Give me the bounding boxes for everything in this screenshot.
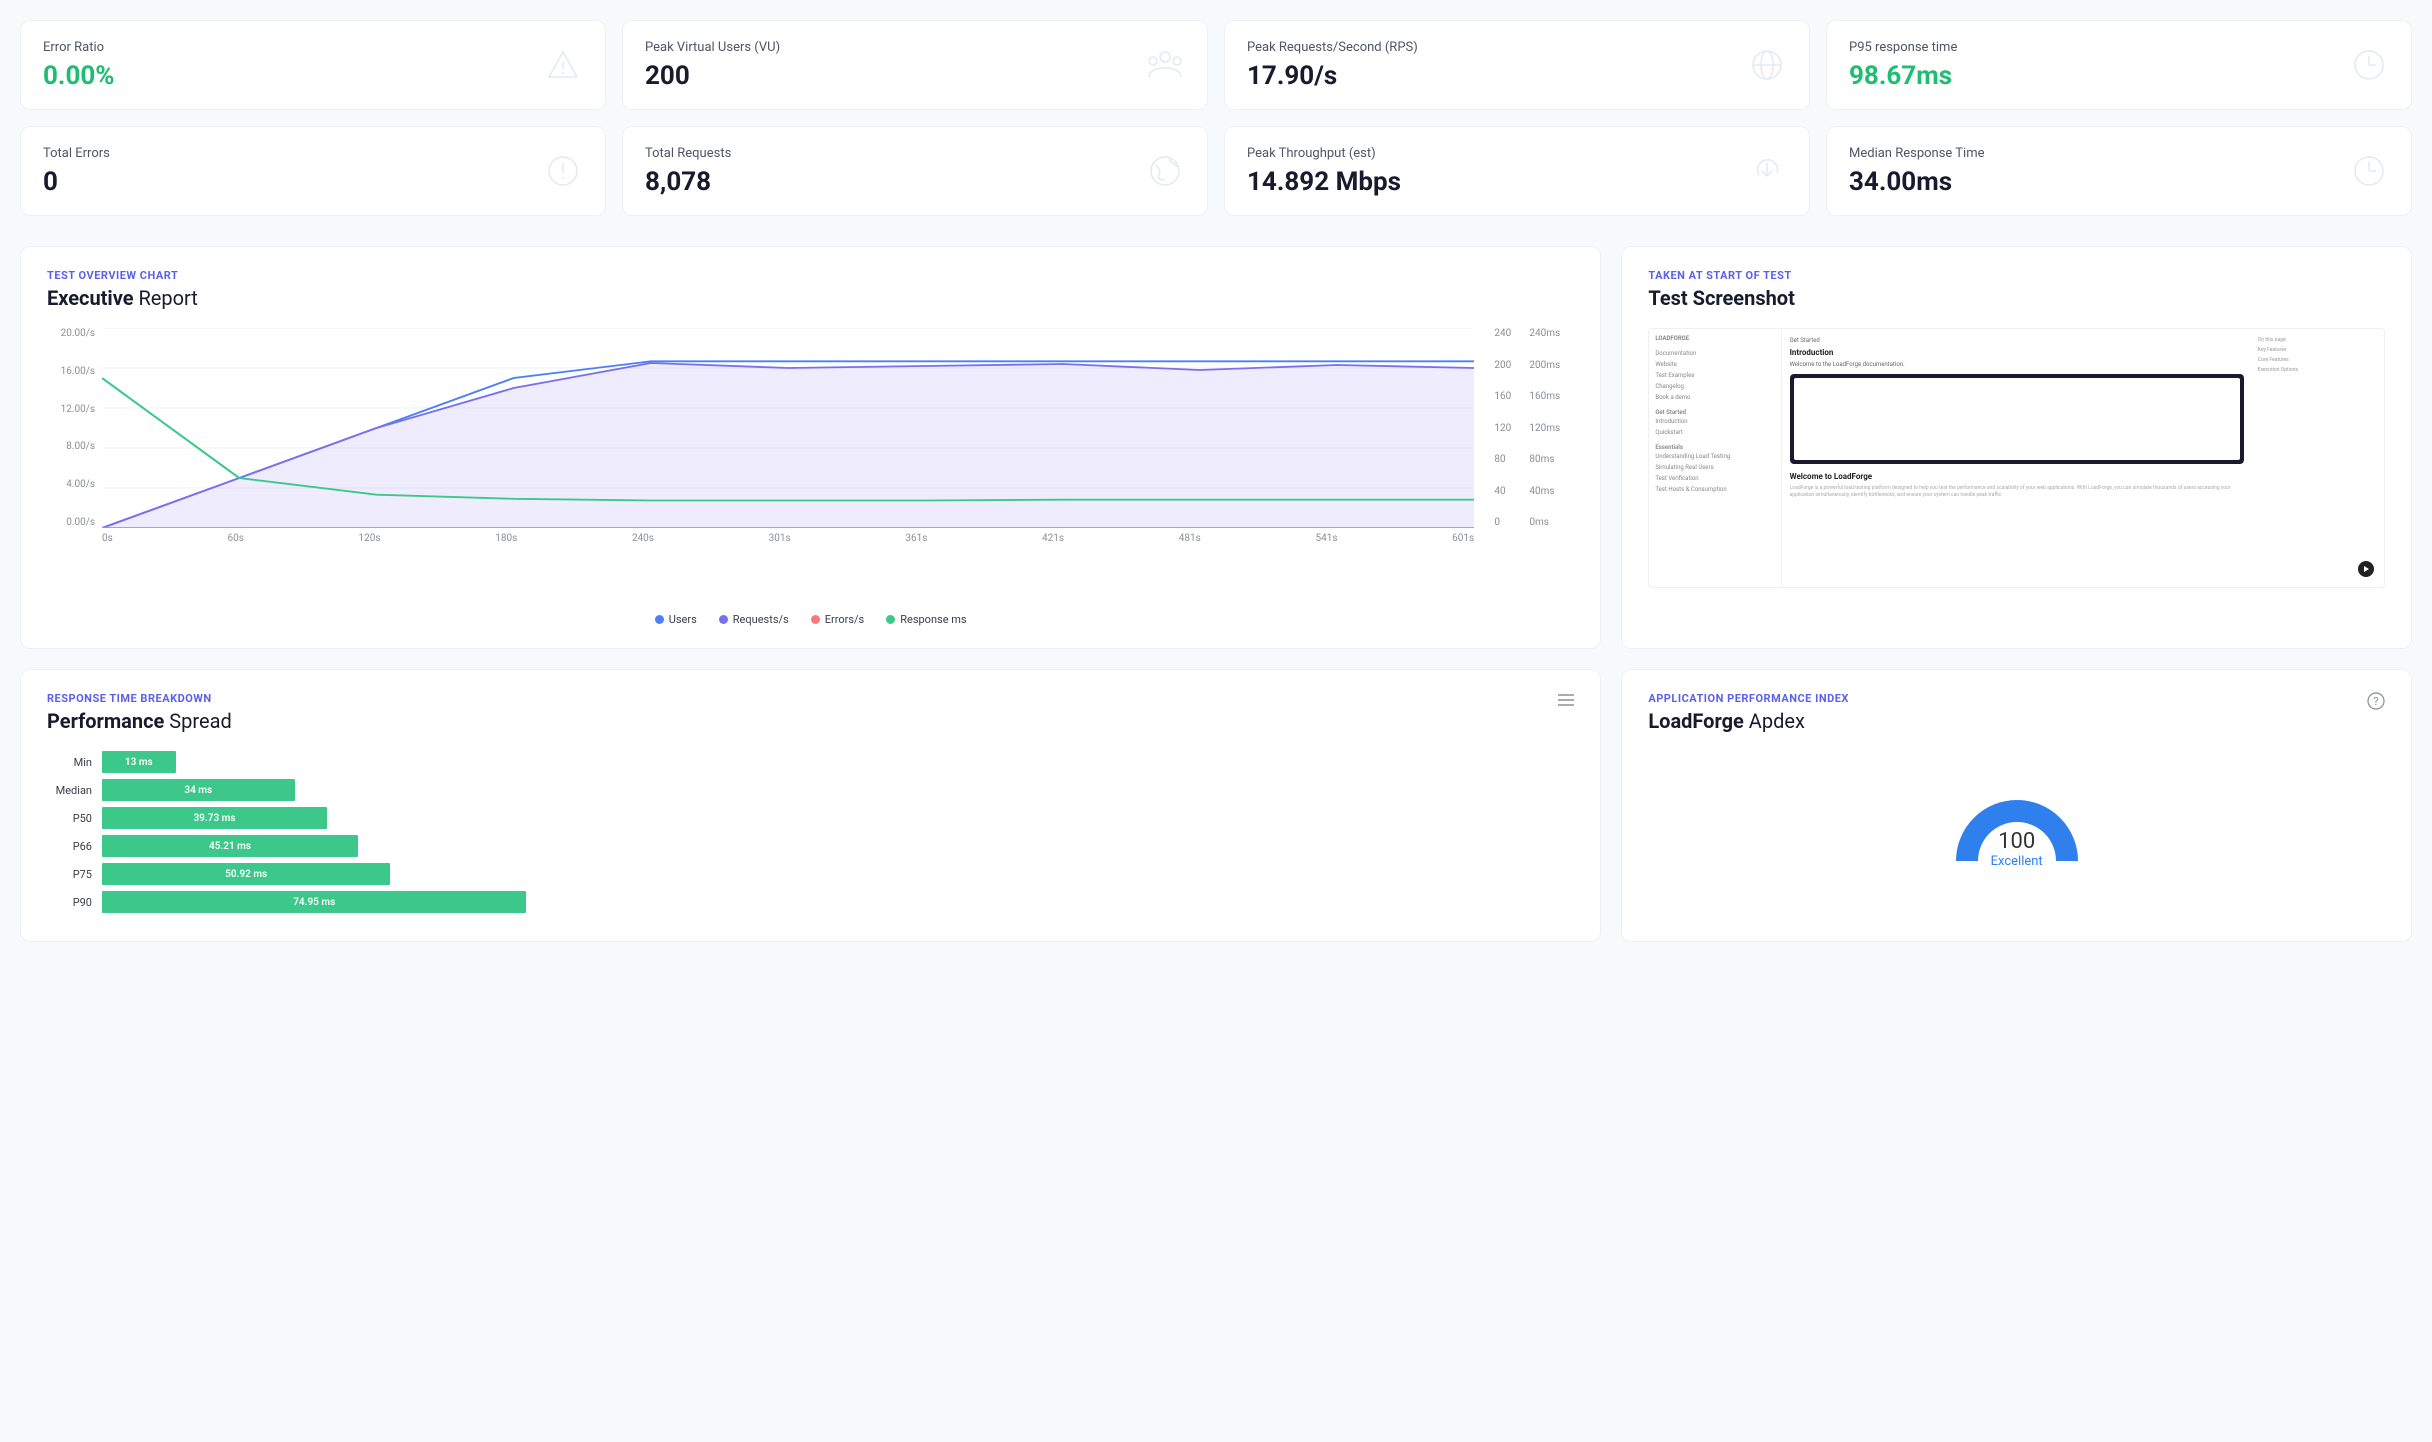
download-icon — [1747, 151, 1787, 191]
alert-icon — [543, 45, 583, 85]
overview-chart-panel: TEST OVERVIEW CHART Executive Report 0.0… — [20, 246, 1601, 649]
stat-value: 8,078 — [645, 167, 1145, 197]
stat-value: 34.00ms — [1849, 167, 2349, 197]
help-icon[interactable]: ? — [2367, 692, 2385, 714]
clock-icon — [2349, 151, 2389, 191]
stat-card-p95-response-time: P95 response time 98.67ms — [1826, 20, 2412, 110]
earth-icon — [1145, 151, 1185, 191]
stat-label: Error Ratio — [43, 40, 543, 55]
legend-item[interactable]: Response ms — [886, 613, 966, 626]
apdex-value: 100 — [1991, 829, 2043, 854]
apdex-panel: APPLICATION PERFORMANCE INDEX LoadForge … — [1621, 669, 2412, 942]
stat-label: Total Requests — [645, 146, 1145, 161]
stat-card-total-requests: Total Requests 8,078 — [622, 126, 1208, 216]
screenshot-eyebrow: TAKEN AT START OF TEST — [1648, 269, 2385, 282]
stat-card-peak-throughput-est-: Peak Throughput (est) 14.892 Mbps — [1224, 126, 1810, 216]
stat-label: P95 response time — [1849, 40, 2349, 55]
stat-label: Peak Requests/Second (RPS) — [1247, 40, 1747, 55]
overview-eyebrow: TEST OVERVIEW CHART — [47, 269, 1574, 282]
legend-item[interactable]: Requests/s — [719, 613, 789, 626]
breakdown-title: Performance Spread — [47, 709, 232, 733]
perf-bar-min: Min13 ms — [47, 751, 1574, 773]
breakdown-eyebrow: RESPONSE TIME BREAKDOWN — [47, 692, 232, 705]
users-icon — [1145, 45, 1185, 85]
stat-value: 200 — [645, 61, 1145, 91]
test-screenshot-thumb[interactable]: LOADFORGE DocumentationWebsiteTest Examp… — [1648, 328, 2385, 588]
perf-bar-p90: P9074.95 ms — [47, 891, 1574, 913]
perf-bar-p50: P5039.73 ms — [47, 807, 1574, 829]
circle-alert-icon — [543, 151, 583, 191]
apdex-eyebrow: APPLICATION PERFORMANCE INDEX — [1648, 692, 1849, 705]
apdex-title: LoadForge Apdex — [1648, 709, 1849, 733]
screenshot-title: Test Screenshot — [1648, 286, 2385, 310]
stat-card-total-errors: Total Errors 0 — [20, 126, 606, 216]
perf-bar-median: Median34 ms — [47, 779, 1574, 801]
legend-item[interactable]: Users — [655, 613, 697, 626]
svg-text:?: ? — [2373, 695, 2378, 708]
stat-value: 14.892 Mbps — [1247, 167, 1747, 197]
stat-label: Median Response Time — [1849, 146, 2349, 161]
overview-chart: 0.00/s4.00/s8.00/s12.00/s16.00/s20.00/s … — [47, 328, 1574, 578]
stat-value: 98.67ms — [1849, 61, 2349, 91]
stat-card-peak-virtual-users-vu-: Peak Virtual Users (VU) 200 — [622, 20, 1208, 110]
legend-item[interactable]: Errors/s — [811, 613, 865, 626]
stat-label: Peak Throughput (est) — [1247, 146, 1747, 161]
stat-label: Total Errors — [43, 146, 543, 161]
stat-value: 0 — [43, 167, 543, 197]
stat-card-error-ratio: Error Ratio 0.00% — [20, 20, 606, 110]
perf-bar-p75: P7550.92 ms — [47, 863, 1574, 885]
screenshot-panel: TAKEN AT START OF TEST Test Screenshot L… — [1621, 246, 2412, 649]
stat-card-median-response-time: Median Response Time 34.00ms — [1826, 126, 2412, 216]
stat-value: 0.00% — [43, 61, 543, 91]
apdex-label: Excellent — [1991, 854, 2043, 869]
overview-title: Executive Report — [47, 286, 1574, 310]
play-icon[interactable] — [2358, 561, 2374, 577]
clock-icon — [2349, 45, 2389, 85]
stat-card-peak-requests-second-rps-: Peak Requests/Second (RPS) 17.90/s — [1224, 20, 1810, 110]
hamburger-icon[interactable] — [1558, 692, 1574, 711]
globe-icon — [1747, 45, 1787, 85]
breakdown-panel: RESPONSE TIME BREAKDOWN Performance Spre… — [20, 669, 1601, 942]
perf-bar-p66: P6645.21 ms — [47, 835, 1574, 857]
apdex-gauge: 100 Excellent — [1648, 761, 2385, 869]
stat-value: 17.90/s — [1247, 61, 1747, 91]
stat-label: Peak Virtual Users (VU) — [645, 40, 1145, 55]
